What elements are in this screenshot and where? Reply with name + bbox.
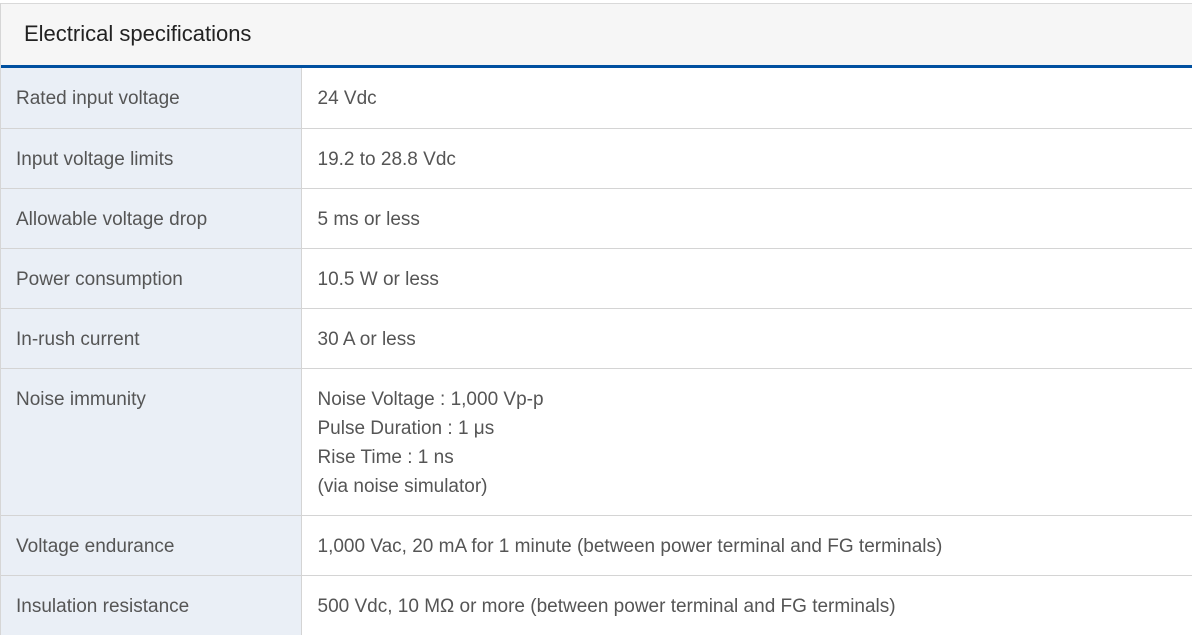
spec-row-rated-input-voltage: Rated input voltage 24 Vdc [1,68,1192,129]
spec-row-insulation-resistance: Insulation resistance 500 Vdc, 10 MΩ or … [1,575,1192,635]
spec-row-allowable-voltage-drop: Allowable voltage drop 5 ms or less [1,188,1192,249]
spec-row-in-rush-current: In-rush current 30 A or less [1,308,1192,369]
spec-value: 30 A or less [301,308,1192,369]
spec-label: Input voltage limits [1,128,302,189]
spec-table: Rated input voltage 24 Vdc Input voltage… [1,68,1192,635]
spec-value: 1,000 Vac, 20 mA for 1 minute (between p… [301,515,1192,576]
spec-value: 19.2 to 28.8 Vdc [301,128,1192,189]
electrical-specifications-panel: Electrical specifications Rated input vo… [0,3,1192,635]
spec-label: Voltage endurance [1,515,302,576]
spec-row-noise-immunity: Noise immunity Noise Voltage : 1,000 Vp-… [1,368,1192,516]
spec-label: Rated input voltage [1,68,302,129]
spec-value: 5 ms or less [301,188,1192,249]
spec-value: 24 Vdc [301,68,1192,129]
spec-row-voltage-endurance: Voltage endurance 1,000 Vac, 20 mA for 1… [1,515,1192,576]
spec-label: In-rush current [1,308,302,369]
pulse-duration-line: Pulse Duration : 1 μs [317,417,495,439]
spec-label: Insulation resistance [1,575,302,635]
noise-simulator-note: (via noise simulator) [317,475,488,497]
spec-label: Noise immunity [1,368,302,516]
noise-voltage-line: Noise Voltage : 1,000 Vp-p [317,388,544,410]
spec-value: 10.5 W or less [301,248,1192,309]
rise-time-line: Rise Time : 1 ns [317,446,454,468]
spec-value-multiline: Noise Voltage : 1,000 Vp-p Pulse Duratio… [301,368,1192,516]
spec-value: 500 Vdc, 10 MΩ or more (between power te… [317,595,896,617]
panel-title: Electrical specifications [24,20,252,46]
spec-row-power-consumption: Power consumption 10.5 W or less [1,248,1192,309]
spec-label: Allowable voltage drop [1,188,302,249]
spec-row-input-voltage-limits: Input voltage limits 19.2 to 28.8 Vdc [1,128,1192,189]
spec-label: Power consumption [1,248,302,309]
panel-header: Electrical specifications [1,3,1192,68]
